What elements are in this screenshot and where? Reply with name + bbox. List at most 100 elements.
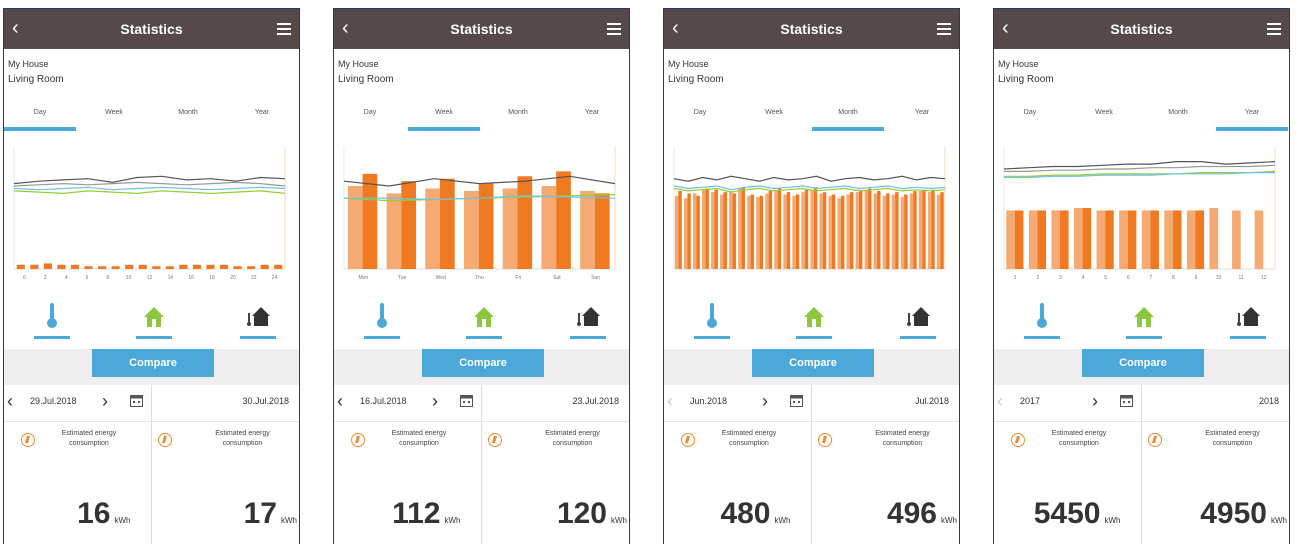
energy-bar-current	[362, 173, 378, 269]
energy-bar-previous	[1164, 210, 1173, 269]
calendar-icon[interactable]	[460, 394, 473, 407]
energy-bar-previous	[1141, 210, 1151, 269]
chart-type-selector	[664, 293, 959, 349]
tab-month[interactable]: Month	[152, 101, 224, 131]
tab-day[interactable]: Day	[664, 101, 736, 131]
house-green-icon	[804, 307, 824, 327]
tab-month[interactable]: Month	[812, 101, 884, 131]
tab-year[interactable]: Year	[886, 101, 958, 131]
hamburger-menu-icon[interactable]	[277, 23, 291, 35]
calendar-icon[interactable]	[790, 394, 803, 407]
tab-day[interactable]: Day	[4, 101, 76, 131]
energy-bar-current	[822, 192, 827, 269]
energy-bar-current	[440, 178, 455, 269]
calendar-icon[interactable]	[1120, 394, 1133, 407]
tab-day[interactable]: Day	[994, 101, 1066, 131]
date-navigator: ‹ 2017 ›	[994, 385, 1141, 422]
energy-bar	[138, 264, 147, 269]
compare-button[interactable]: Compare	[92, 349, 214, 377]
energy-bar-current	[741, 187, 746, 269]
energy-bar-current	[804, 189, 809, 269]
indoor-temperature-toggle[interactable]	[570, 299, 606, 339]
x-tick-label: 10	[126, 275, 132, 281]
indoor-humidity-toggle[interactable]	[1126, 299, 1162, 339]
tab-year[interactable]: Year	[1216, 101, 1288, 131]
compare-button[interactable]: Compare	[752, 349, 874, 377]
indoor-humidity-toggle[interactable]	[796, 299, 832, 339]
next-period-arrow[interactable]: ›	[1092, 391, 1098, 411]
energy-bar-previous	[783, 194, 787, 269]
energy-bar-current	[931, 189, 935, 269]
hamburger-menu-icon[interactable]	[607, 23, 621, 35]
tab-year[interactable]: Year	[226, 101, 298, 131]
next-period-arrow[interactable]: ›	[762, 391, 768, 411]
date-header: 23.Jul.2018	[481, 385, 629, 422]
previous-period-arrow[interactable]: ‹	[337, 391, 343, 411]
energy-bar-previous	[927, 192, 932, 269]
indoor-humidity-toggle[interactable]	[466, 299, 502, 339]
indoor-temperature-toggle[interactable]	[240, 299, 276, 339]
previous-period-arrow[interactable]: ‹	[7, 391, 13, 411]
indoor-temperature-toggle[interactable]	[900, 299, 936, 339]
energy-bar-previous	[828, 195, 832, 269]
tab-week[interactable]: Week	[408, 101, 480, 131]
outdoor-temperature-toggle[interactable]	[694, 299, 730, 339]
energy-bar-current	[401, 181, 417, 269]
energy-bar-current	[732, 193, 736, 269]
hamburger-menu-icon[interactable]	[1267, 23, 1281, 35]
next-period-arrow[interactable]: ›	[102, 391, 108, 411]
energy-bar-current	[813, 187, 818, 269]
energy-icon	[487, 433, 502, 447]
outdoor-temperature-toggle[interactable]	[34, 299, 70, 339]
energy-bar-current	[859, 190, 863, 269]
outdoor-temperature-toggle[interactable]	[364, 299, 400, 339]
trend-line-gray	[1004, 164, 1276, 173]
tab-week[interactable]: Week	[78, 101, 150, 131]
next-period-arrow[interactable]: ›	[432, 391, 438, 411]
hamburger-menu-icon[interactable]	[937, 23, 951, 35]
energy-bar-previous	[1006, 210, 1015, 269]
page-title: Statistics	[450, 21, 513, 37]
previous-period-arrow[interactable]: ‹	[667, 391, 673, 411]
trend-line-gray	[13, 181, 286, 187]
x-tick-label: 0	[23, 275, 26, 281]
energy-bar-previous	[683, 198, 688, 269]
indoor-temperature-toggle[interactable]	[1230, 299, 1266, 339]
energy-bar	[260, 264, 269, 269]
energy-bar-previous	[846, 194, 850, 269]
tab-week[interactable]: Week	[738, 101, 810, 131]
tab-month[interactable]: Month	[1142, 101, 1214, 131]
energy-bar-current	[723, 192, 727, 269]
location-info: My House Living Room	[334, 49, 629, 101]
energy-bar	[192, 264, 201, 269]
house-green-icon	[474, 307, 494, 327]
trend-line-blue	[13, 186, 286, 191]
energy-bar-previous	[900, 197, 905, 269]
period-date: 2017	[1020, 396, 1041, 406]
house-name: My House	[338, 59, 379, 69]
tab-week[interactable]: Week	[1068, 101, 1140, 131]
calendar-icon[interactable]	[130, 394, 143, 407]
tab-month[interactable]: Month	[482, 101, 554, 131]
x-tick-label: 8	[106, 275, 109, 281]
date-navigator: ‹ 29.Jul.2018 ›	[4, 385, 151, 422]
energy-bar-current	[478, 183, 494, 269]
tab-day[interactable]: Day	[334, 101, 406, 131]
period-date: 29.Jul.2018	[30, 396, 77, 406]
value-number: 112	[392, 497, 441, 530]
chart-type-selector	[994, 293, 1289, 349]
tab-year[interactable]: Year	[556, 101, 628, 131]
compare-button[interactable]: Compare	[1082, 349, 1204, 377]
compare-button[interactable]: Compare	[422, 349, 544, 377]
energy-bar-current	[831, 194, 836, 269]
indoor-humidity-toggle[interactable]	[136, 299, 172, 339]
outdoor-temperature-toggle[interactable]	[1024, 299, 1060, 339]
x-tick-label: 7	[1149, 275, 1152, 281]
previous-period-arrow[interactable]: ‹	[997, 391, 1003, 411]
energy-bar	[247, 266, 256, 269]
period-tabs: Day Week Month Year	[664, 101, 959, 133]
date-header: Jul.2018	[811, 385, 959, 422]
energy-bar	[274, 264, 283, 269]
x-tick-label: 3	[1059, 275, 1062, 281]
energy-value-left: 112 kWh	[392, 497, 460, 531]
